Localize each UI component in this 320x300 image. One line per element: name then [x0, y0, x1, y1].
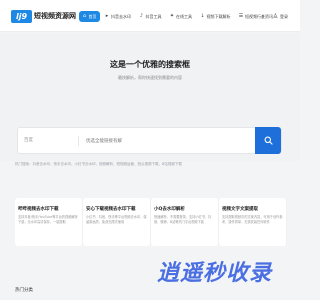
- header-actions: ⌕ ♙ 登录: [255, 11, 288, 22]
- top-navigation-bar: lj9 短视频资源网 ⌂ 首页 ▸ 抖音去水印 ♪ 抖音工具 ✦ 在线工具 ↓ …: [0, 0, 300, 32]
- hero-title: 这是一个优雅的搜索框: [110, 60, 190, 69]
- search-button[interactable]: [255, 127, 281, 154]
- card-description: 小红书、抖音、快手等平台视频去水印，保留原画质，免费无限次使用: [86, 215, 147, 224]
- search-icon[interactable]: ⌕: [261, 13, 264, 21]
- hero-subtitle: 最快解析，帮你快速找到需要的内容: [118, 75, 182, 80]
- login-link[interactable]: 登录: [280, 14, 288, 20]
- nav-item-label: 首页: [88, 13, 97, 19]
- logo-mark: lj9: [11, 9, 32, 23]
- nav-item-label: 在线工具: [176, 13, 192, 19]
- download-icon: ↓: [200, 13, 205, 19]
- search-input[interactable]: [86, 135, 246, 147]
- card-description: 支持提取视频中的文案内容，可用于创作参考，操作简单，无需安装任何软件: [222, 215, 283, 224]
- search-icon: [264, 136, 273, 145]
- nav-item-label: 抖音去水印: [111, 13, 131, 19]
- nav-item-douyin-watermark[interactable]: ▸ 抖音去水印: [102, 11, 135, 22]
- user-icon: ♙: [272, 13, 278, 20]
- nav-item-label: 抖音工具: [145, 13, 162, 19]
- logo-text: 短视频资源网: [34, 12, 76, 20]
- nav-item-video-download[interactable]: ↓ 视频下载解析: [197, 11, 234, 22]
- search-divider: [78, 136, 79, 146]
- tool-card[interactable]: 视频文字文案提取 支持提取视频中的文案内容，可用于创作参考，操作简单，无需安装任…: [219, 198, 287, 246]
- hot-search-tags[interactable]: 热门搜索：抖音去水印，快手去水印，小红书去水印，视频解析，短视频运营，西瓜视频下…: [15, 162, 290, 167]
- card-title: 安心下载视频去水印下载: [86, 207, 136, 212]
- nav-item-online-tools[interactable]: ✦ 在线工具: [167, 11, 196, 22]
- section-title: 热门分类: [15, 288, 33, 293]
- card-description: 快速解析，不需要登录，支持小红书、抖音、微博、B站等热门平台视频下载: [154, 215, 212, 224]
- card-description: 支持抖音/快手/YouTube等平台的视频解析下载，无水印高清保存，一键提取: [18, 215, 78, 224]
- main-nav: ⌂ 首页 ▸ 抖音去水印 ♪ 抖音工具 ✦ 在线工具 ↓ 视频下载解析 ☰ 短视…: [79, 11, 278, 22]
- site-logo[interactable]: lj9 短视频资源网: [11, 9, 76, 23]
- watermark-logo: 逍遥秒收录: [157, 261, 273, 286]
- card-title: 哔哔视频去水印下载: [18, 207, 59, 212]
- tool-card[interactable]: 哔哔视频去水印下载 支持抖音/快手/YouTube等平台的视频解析下载，无水印高…: [15, 198, 83, 246]
- home-icon: ⌂: [82, 13, 87, 19]
- search-box: 百度: [17, 127, 282, 154]
- douyin-icon: ♪: [139, 13, 144, 19]
- card-title: 视频文字文案提取: [222, 207, 258, 212]
- nav-item-home[interactable]: ⌂ 首页: [79, 11, 100, 22]
- tool-card[interactable]: 小Q去水印解析 快速解析，不需要登录，支持小红书、抖音、微博、B站等热门平台视频…: [151, 198, 219, 246]
- nav-item-label: 视频下载解析: [206, 13, 231, 19]
- news-icon: ☰: [238, 13, 244, 19]
- play-icon: ▸: [105, 13, 109, 19]
- nav-item-douyin-tools[interactable]: ♪ 抖音工具: [136, 11, 165, 22]
- card-title: 小Q去水印解析: [154, 207, 185, 212]
- search-category-select[interactable]: 百度: [24, 137, 33, 143]
- tool-icon: ✦: [169, 13, 175, 19]
- tool-cards: 哔哔视频去水印下载 支持抖音/快手/YouTube等平台的视频解析下载，无水印高…: [15, 198, 287, 246]
- tool-card[interactable]: 安心下载视频去水印下载 小红书、抖音、快手等平台视频去水印，保留原画质，免费无限…: [83, 198, 151, 246]
